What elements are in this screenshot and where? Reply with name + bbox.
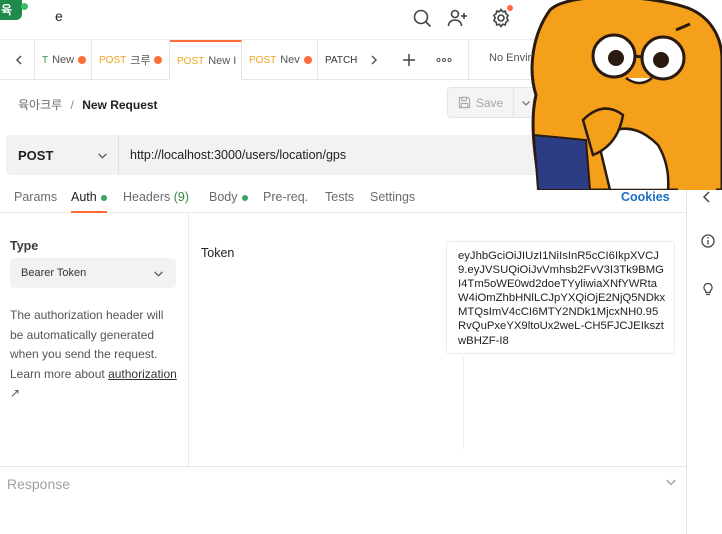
save-button-group: Save (447, 87, 539, 118)
headers-count: (9) (173, 190, 190, 204)
chevron-left-icon[interactable] (702, 191, 712, 203)
tab-options-button[interactable] (427, 40, 461, 80)
tab-body[interactable]: Body (209, 190, 248, 213)
request-tab[interactable]: POST Nev (242, 40, 318, 80)
token-input[interactable]: eyJhbGciOiJIUzI1NiIsInR5cCI6IkpXVCJ9.eyJ… (446, 241, 675, 354)
http-method-select[interactable]: POST (6, 135, 119, 175)
info-icon[interactable] (701, 234, 715, 248)
auth-type-panel: Type Bearer Token The authorization head… (0, 214, 189, 466)
search-icon[interactable] (410, 6, 434, 30)
chevron-down-icon (98, 152, 107, 159)
chevron-down-icon (154, 270, 163, 277)
response-title: Response (7, 476, 71, 492)
active-indicator-dot (100, 194, 107, 201)
tab-name: New I (208, 55, 237, 67)
unsaved-dot (303, 56, 312, 64)
auth-help-text: The authorization header will be automat… (10, 306, 180, 404)
chevron-left-icon (15, 55, 22, 65)
tab-method: POST (99, 54, 127, 66)
response-panel: Response (0, 466, 686, 534)
unsaved-dot (78, 56, 87, 64)
request-url-bar: POST (6, 135, 566, 175)
unsaved-dot (154, 56, 163, 64)
invite-user-icon[interactable] (445, 6, 469, 30)
tab-method: PATCH (325, 54, 358, 66)
tab-body-label: Body (209, 190, 238, 204)
tab-params[interactable]: Params (14, 190, 57, 213)
tab-name: Nev (280, 54, 300, 66)
floppy-disk-icon (458, 96, 470, 109)
auth-type-value: Bearer Token (21, 267, 87, 279)
tab-settings[interactable]: Settings (370, 190, 415, 213)
token-label: Token (201, 246, 235, 260)
tab-method: T (42, 54, 49, 66)
divider (463, 356, 464, 450)
chevron-right-icon (371, 55, 378, 65)
tab-headers[interactable]: Headers (9) (123, 190, 189, 213)
auth-type-select[interactable]: Bearer Token (10, 258, 176, 288)
breadcrumb-collection[interactable]: 육아크루 (18, 98, 62, 112)
http-method-value: POST (18, 147, 54, 163)
new-tab-button[interactable] (392, 40, 426, 80)
tab-tests[interactable]: Tests (325, 190, 354, 213)
active-indicator-dot (241, 194, 248, 201)
request-tab[interactable]: PATCH (318, 40, 358, 80)
divider (468, 40, 469, 80)
tab-prerequest[interactable]: Pre-req. (263, 190, 308, 213)
app-title: e (55, 8, 63, 24)
url-input[interactable] (119, 135, 566, 175)
more-horizontal-icon (436, 58, 452, 62)
workspace-logo[interactable]: 육자 (0, 0, 22, 20)
tab-auth-label: Auth (71, 190, 97, 204)
tab-method: POST (249, 54, 277, 66)
tab-name: 크루 (130, 55, 151, 67)
breadcrumb-separator: / (70, 98, 74, 112)
tab-auth[interactable]: Auth (71, 190, 107, 213)
tabs-scroll-right-button[interactable] (357, 40, 391, 80)
tabs-scroll-left-button[interactable] (2, 40, 36, 80)
notification-dot (507, 5, 513, 11)
cartoon-sticker-overlay (530, 0, 722, 190)
save-label: Save (475, 95, 504, 110)
online-status-dot (21, 3, 28, 10)
save-button[interactable]: Save (448, 88, 514, 117)
right-sidebar (686, 175, 722, 534)
request-title[interactable]: New Request (82, 98, 157, 112)
breadcrumb: 육아크루 / New Request (18, 96, 158, 113)
request-tab-active[interactable]: POST New I (170, 40, 242, 80)
chevron-down-icon[interactable] (665, 476, 677, 488)
lightbulb-icon[interactable] (701, 282, 715, 296)
auth-type-label: Type (10, 239, 39, 253)
cookies-link[interactable]: Cookies (621, 190, 670, 204)
request-tab[interactable]: T New (34, 40, 92, 80)
plus-icon (403, 54, 415, 66)
tab-name: New (52, 54, 75, 66)
tab-method: POST (177, 55, 205, 67)
authorization-docs-link[interactable]: authorization (108, 367, 177, 381)
tab-headers-label: Headers (123, 190, 171, 204)
external-link-icon: ↗ (10, 386, 21, 400)
request-tab[interactable]: POST 크루 (92, 40, 170, 80)
